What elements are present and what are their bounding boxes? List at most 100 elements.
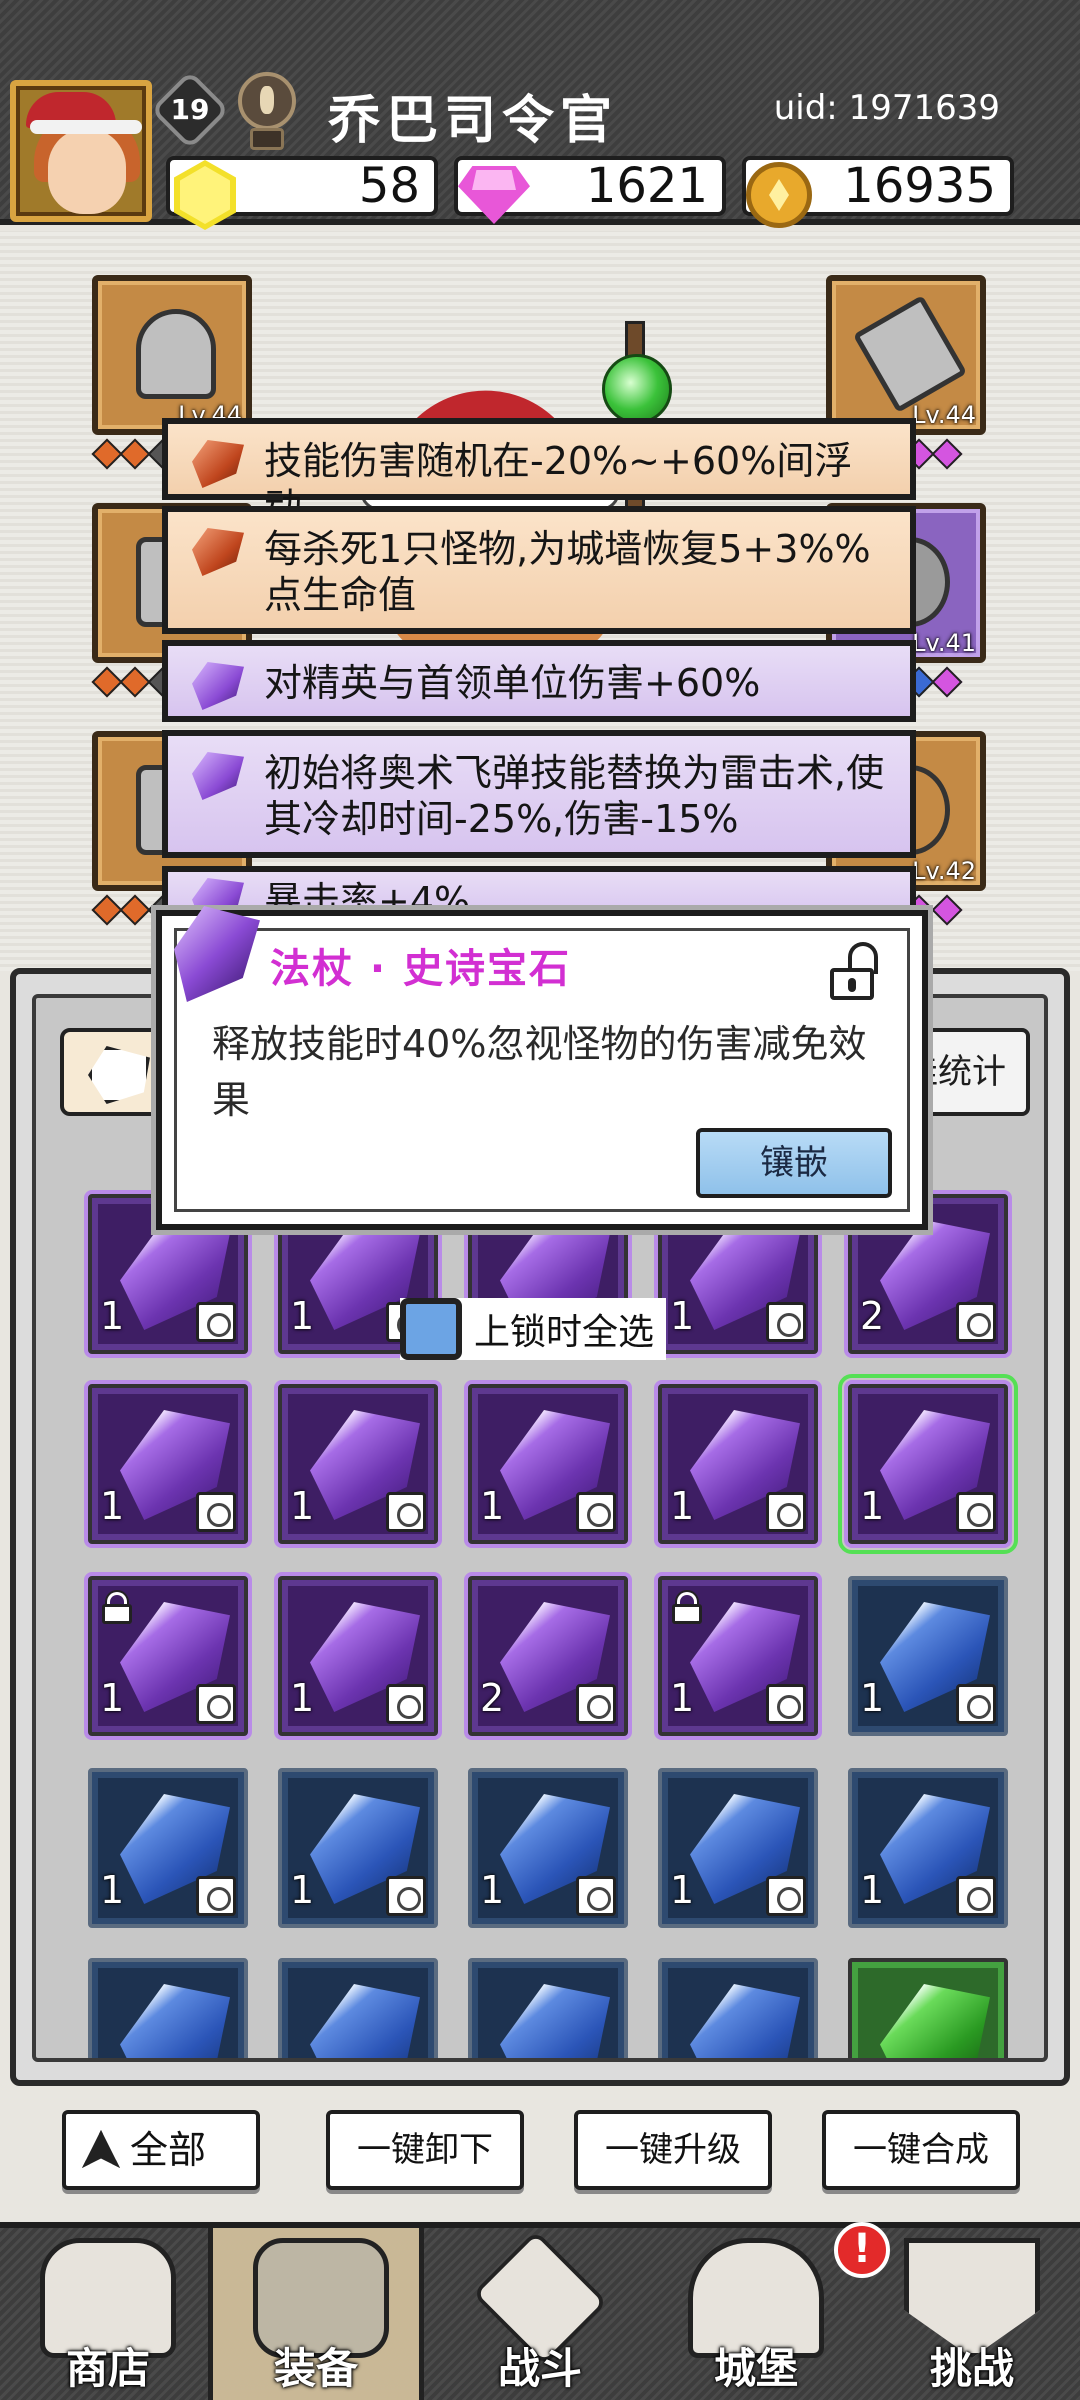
gem-cell[interactable]: 1 bbox=[658, 1768, 818, 1928]
affix-text: 初始将奥术飞弹技能替换为雷击术,使其冷却时间-25%,伤害-15% bbox=[264, 751, 885, 841]
currency-yellow-value: 58 bbox=[358, 158, 420, 214]
gem-cell[interactable]: 1 bbox=[278, 1576, 438, 1736]
currency-diamond-value: 1621 bbox=[585, 158, 708, 214]
gem-count: 1 bbox=[860, 1484, 885, 1528]
filter-all-label: 全部 bbox=[130, 2128, 207, 2172]
weapon-slot-icon bbox=[766, 1492, 806, 1532]
gem-cell[interactable]: 1 bbox=[278, 1768, 438, 1928]
gem-cell[interactable]: 1 bbox=[88, 1768, 248, 1928]
nav-challenge[interactable]: 挑战 bbox=[864, 2228, 1080, 2400]
gem-count: 1 bbox=[290, 1868, 315, 1912]
gem-cell[interactable]: 1 bbox=[658, 1576, 818, 1736]
necklace-slot-icon bbox=[576, 1684, 616, 1724]
currency-diamond[interactable]: 1621 bbox=[454, 156, 726, 224]
gem-cell[interactable]: 1 bbox=[88, 1576, 248, 1736]
top-bar: 19 乔巴司令官 uid: 1971639 58 1621 16935 bbox=[0, 0, 1080, 230]
nav-castle-label: 城堡 bbox=[713, 2344, 798, 2393]
nav-equip[interactable]: 装备 bbox=[208, 2228, 424, 2400]
nav-equip-label: 装备 bbox=[273, 2344, 358, 2393]
gem-cell[interactable]: 1 bbox=[278, 1958, 438, 2062]
embed-button[interactable]: 镶嵌 bbox=[696, 1128, 892, 1198]
gem-cell[interactable]: 1 bbox=[658, 1384, 818, 1544]
gem-count: 2 bbox=[860, 1294, 885, 1338]
select-all-locked[interactable]: 上锁时全选 bbox=[400, 1298, 667, 1360]
bottom-nav: 商店 装备 战斗 城堡 挑战 bbox=[0, 2222, 1080, 2400]
unload-all-button[interactable]: 一键卸下 bbox=[326, 2110, 524, 2190]
unlock-icon[interactable] bbox=[822, 942, 886, 1002]
boots-slot-icon bbox=[766, 1876, 806, 1916]
affix-item: 对精英与首领单位伤害+60% bbox=[162, 640, 916, 722]
avatar-face bbox=[48, 128, 126, 214]
nav-battle-label: 战斗 bbox=[497, 2344, 582, 2393]
gem-cell[interactable]: 1 bbox=[88, 1384, 248, 1544]
rare-gem-icon bbox=[310, 1984, 420, 2058]
affix-item: 每杀死1只怪物,为城墙恢复5+3%%点生命值 bbox=[162, 506, 916, 634]
upgrade-all-button[interactable]: 一键升级 bbox=[574, 2110, 772, 2190]
player-avatar[interactable] bbox=[10, 80, 152, 222]
nav-shop[interactable]: 商店 bbox=[0, 2228, 216, 2400]
affix-text: 每杀死1只怪物,为城墙恢复5+3%%点生命值 bbox=[264, 527, 871, 617]
nav-battle[interactable]: 战斗 bbox=[432, 2228, 648, 2400]
boots-slot-icon bbox=[576, 1492, 616, 1532]
gem-count: 1 bbox=[860, 1676, 885, 1720]
gem-count: 1 bbox=[670, 1676, 695, 1720]
rare-gem-icon bbox=[500, 1984, 610, 2058]
gem-cell[interactable]: 1 bbox=[468, 1768, 628, 1928]
currency-yellow[interactable]: 58 bbox=[166, 156, 438, 230]
notification-badge: ! bbox=[834, 2222, 890, 2278]
gem-cell[interactable]: 1 bbox=[848, 1576, 1008, 1736]
green-gem-icon bbox=[880, 1984, 990, 2058]
select-all-checkbox[interactable] bbox=[400, 1298, 462, 1360]
gem-cell[interactable]: 2 bbox=[848, 1958, 1008, 2058]
gem-count: 1 bbox=[670, 1294, 695, 1338]
weapon-slot-icon bbox=[956, 1876, 996, 1916]
gem-count: 1 bbox=[290, 1294, 315, 1338]
avatar-hat-rim bbox=[30, 120, 142, 134]
currency-gold[interactable]: 16935 bbox=[742, 156, 1014, 228]
gem-count: 1 bbox=[860, 1868, 885, 1912]
gem-cell[interactable]: 1 bbox=[468, 1384, 628, 1544]
nav-castle[interactable]: 城堡 bbox=[648, 2228, 864, 2400]
player-uid: uid: 1971639 bbox=[773, 88, 1000, 128]
weapon-slot-icon bbox=[956, 1492, 996, 1532]
affix-item: 技能伤害随机在-20%~+60%间浮动 bbox=[162, 418, 916, 529]
lock-icon bbox=[672, 1592, 702, 1624]
trophy-icon[interactable] bbox=[232, 72, 302, 152]
gem-count: 1 bbox=[480, 2058, 504, 2062]
gold-coin-icon bbox=[746, 162, 812, 228]
gem-cell[interactable]: 1 bbox=[278, 1384, 438, 1544]
helmet-slot-icon bbox=[196, 1684, 236, 1724]
affix-text: 对精英与首领单位伤害+60% bbox=[264, 661, 761, 705]
merge-all-button[interactable]: 一键合成 bbox=[822, 2110, 1020, 2190]
gem-count: 1 bbox=[100, 1868, 125, 1912]
gem-count: 1 bbox=[290, 2058, 314, 2062]
gem-cell[interactable]: 1 bbox=[848, 1768, 1008, 1928]
gem-count: 1 bbox=[290, 1676, 315, 1720]
necklace-slot-icon bbox=[766, 1684, 806, 1724]
player-level-badge: 19 bbox=[150, 70, 230, 150]
yellow-gem-icon bbox=[174, 160, 236, 230]
select-all-label: 上锁时全选 bbox=[474, 1312, 655, 1353]
gem-cell[interactable]: 2 bbox=[468, 1576, 628, 1736]
armor-slot-icon bbox=[956, 1302, 996, 1342]
gem-count: 1 bbox=[100, 1294, 125, 1338]
equip-level: Lv.42 bbox=[912, 857, 976, 885]
gem-title: 法杖 · 史诗宝石 bbox=[270, 946, 572, 992]
orange-gem-icon bbox=[192, 528, 244, 576]
nav-challenge-label: 挑战 bbox=[929, 2344, 1014, 2393]
helmet-icon bbox=[136, 309, 216, 399]
gem-detail-popup: 法杖 · 史诗宝石 释放技能时40%忽视怪物的伤害减免效果 镶嵌 bbox=[156, 906, 928, 1230]
gem-count: 1 bbox=[290, 1484, 315, 1528]
currency-gold-value: 16935 bbox=[843, 158, 996, 214]
gem-cell[interactable]: 1 bbox=[838, 1374, 1018, 1554]
equip-level: Lv.41 bbox=[912, 629, 976, 657]
ring-slot-icon bbox=[196, 1302, 236, 1342]
ring-slot-icon bbox=[766, 1302, 806, 1342]
equip-slot-weapon[interactable]: Lv.44 bbox=[826, 275, 986, 435]
filter-all-button[interactable]: 全部 bbox=[62, 2110, 260, 2190]
gem-cell[interactable]: 1 bbox=[88, 1958, 248, 2058]
gem-cell[interactable]: 1 bbox=[468, 1958, 628, 2062]
gem-cell[interactable]: 1 bbox=[658, 1958, 818, 2058]
armor-slot-icon bbox=[956, 1684, 996, 1724]
equip-slot-helmet[interactable]: Lv.44 bbox=[92, 275, 252, 435]
